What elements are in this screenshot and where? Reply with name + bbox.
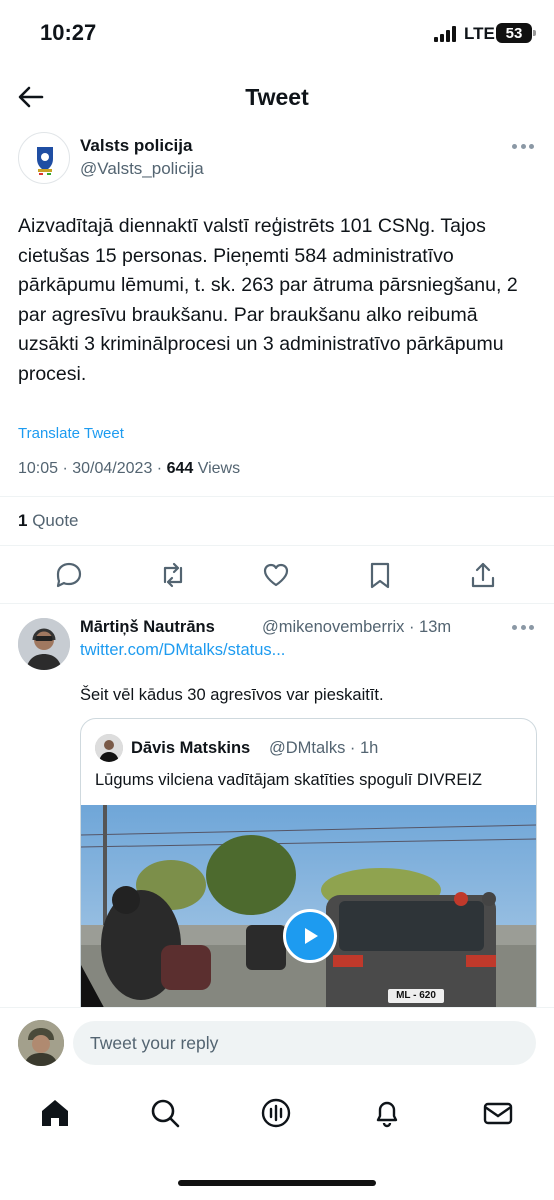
divider	[0, 496, 554, 497]
avatar	[95, 734, 123, 762]
user-photo-icon	[95, 734, 123, 762]
license-plate: ML - 620	[396, 990, 436, 1001]
signal-icon	[434, 26, 456, 42]
status-time: 10:27	[40, 20, 97, 45]
more-options-icon[interactable]	[512, 625, 534, 631]
author-name[interactable]: Valsts policija	[80, 136, 192, 156]
page-title: Tweet	[245, 84, 309, 110]
search-icon[interactable]	[148, 1096, 182, 1130]
views-label: Views	[193, 460, 241, 477]
user-photo-icon	[18, 618, 70, 670]
more-options-icon[interactable]	[512, 144, 534, 150]
quote-label: Quote	[27, 511, 79, 530]
reply-link[interactable]: twitter.com/DMtalks/status...	[80, 641, 285, 660]
timestamp: 10:05 · 30/04/2023 ·	[18, 460, 167, 477]
home-indicator	[178, 1180, 376, 1186]
user-photo-icon	[18, 1020, 64, 1066]
battery-icon: 53	[496, 23, 536, 43]
quoted-text: Lūgums vilciena vadītājam skatīties spog…	[95, 771, 483, 789]
retweet-icon[interactable]	[156, 558, 190, 592]
reply-text: Šeit vēl kādus 30 agresīvos var pieskait…	[80, 686, 384, 704]
divider	[0, 603, 554, 604]
battery-level: 53	[505, 24, 523, 42]
bell-icon[interactable]	[370, 1096, 404, 1130]
play-icon	[305, 928, 318, 944]
mail-icon[interactable]	[481, 1096, 515, 1130]
reply-author-name[interactable]: Mārtiņš Nautrāns	[80, 618, 215, 637]
comment-icon[interactable]	[52, 558, 86, 592]
network-label: LTE	[464, 24, 495, 43]
tweet-meta: 10:05 · 30/04/2023 · 644 Views	[18, 460, 240, 478]
quoted-author-name: Dāvis Matskins	[131, 739, 251, 757]
views-count: 644	[166, 460, 194, 477]
quoted-tweet-card[interactable]: Dāvis Matskins @DMtalks · 1h Lūgums vilc…	[80, 718, 537, 1038]
quotes-stat[interactable]: 1 Quote	[18, 511, 79, 531]
divider	[0, 545, 554, 546]
reply-input[interactable]	[73, 1021, 536, 1065]
translate-link[interactable]: Translate Tweet	[18, 425, 124, 442]
spaces-icon[interactable]	[259, 1096, 293, 1130]
author-handle[interactable]: @Valsts_policija	[80, 159, 204, 179]
avatar[interactable]	[18, 1020, 64, 1066]
avatar[interactable]	[18, 618, 70, 670]
avatar[interactable]	[18, 132, 70, 184]
home-icon[interactable]	[38, 1096, 72, 1130]
play-button[interactable]	[283, 909, 337, 963]
bookmark-icon[interactable]	[363, 558, 397, 592]
share-icon[interactable]	[466, 558, 500, 592]
police-badge-icon	[37, 147, 53, 175]
reply-author-handle[interactable]: @mikenovemberrix · 13m	[262, 618, 451, 637]
heart-icon[interactable]	[259, 558, 293, 592]
tweet-text: Aizvadītajā diennaktī valstī reģistrēts …	[18, 215, 518, 385]
quoted-author-handle: @DMtalks · 1h	[269, 739, 379, 757]
